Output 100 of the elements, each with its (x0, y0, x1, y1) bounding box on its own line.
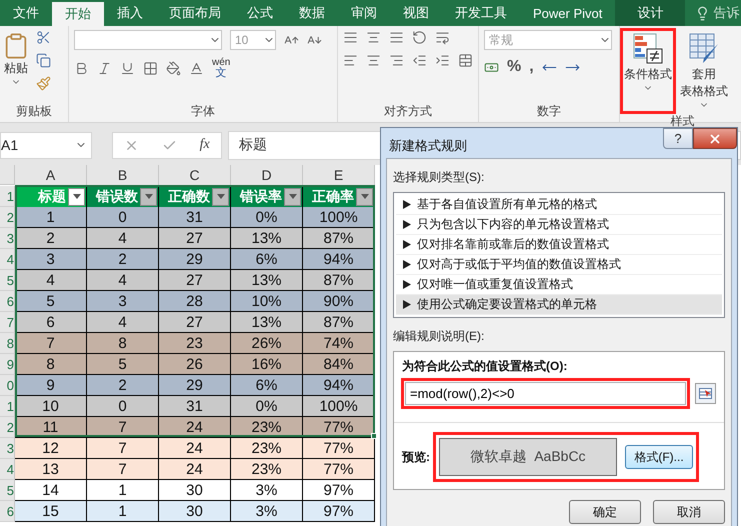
wrap-text-icon[interactable] (435, 30, 450, 45)
close-button[interactable] (693, 128, 737, 149)
outdent-icon[interactable] (412, 53, 427, 68)
align-left-icon[interactable] (343, 53, 358, 68)
edit-rule-label: 编辑规则说明(E): (393, 328, 486, 345)
filter-button[interactable] (140, 188, 157, 206)
filter-button[interactable] (356, 188, 373, 206)
phonetic-button[interactable]: wén 文 (212, 58, 230, 78)
column-header[interactable]: A (15, 165, 87, 186)
font-name-field[interactable] (74, 30, 222, 50)
row-number[interactable]: 4 (0, 249, 15, 270)
ribbon-tab[interactable]: 审阅 (338, 0, 390, 26)
row-number[interactable]: 9 (0, 354, 15, 375)
rotate-icon[interactable] (412, 30, 427, 45)
filter-button[interactable] (68, 188, 85, 206)
row-number[interactable]: 2 (0, 417, 15, 438)
copy-icon[interactable] (36, 53, 51, 68)
ribbon-tab[interactable]: 开始 (52, 2, 104, 26)
dialog-button[interactable]: 取消 (653, 500, 725, 524)
group-label: 剪贴板 (15, 103, 53, 120)
align-bottom-icon[interactable] (389, 30, 404, 45)
ribbon-tab[interactable]: 开发工具 (442, 0, 520, 26)
rule-type-item[interactable]: 使用公式确定要设置格式的单元格 (396, 295, 722, 315)
rule-type-item[interactable]: 基于各自值设置所有单元格的格式 (396, 195, 722, 215)
style-button[interactable]: 套用 表格格式 (678, 30, 730, 112)
scissors-icon[interactable] (36, 30, 51, 45)
row-number[interactable]: 8 (0, 333, 15, 354)
row-number[interactable]: 6 (0, 501, 15, 522)
underline-icon[interactable] (120, 60, 135, 76)
border-icon[interactable] (143, 60, 158, 76)
filter-button[interactable] (284, 188, 301, 206)
triangle-icon (403, 220, 411, 229)
font-color-icon[interactable] (189, 60, 204, 76)
table-cell: 2 (87, 249, 159, 270)
help-button[interactable]: ? (663, 128, 693, 149)
table-cell: 4 (87, 270, 159, 291)
column-header[interactable]: C (159, 165, 231, 186)
table-cell: 23 (159, 333, 231, 354)
rule-type-item[interactable]: 仅对排名靠前或靠后的数值设置格式 (396, 235, 722, 255)
table-cell: 0% (231, 396, 303, 417)
insert-function-button[interactable]: fx (200, 137, 210, 153)
ribbon-tab[interactable]: 公式 (234, 0, 286, 26)
row-number[interactable]: 7 (0, 312, 15, 333)
header-cell[interactable]: 错误率 (231, 186, 303, 207)
tell-me-text[interactable]: 告诉 (713, 4, 740, 22)
ribbon-tab[interactable]: 插入 (104, 0, 156, 26)
range-select-button[interactable] (695, 383, 716, 404)
align-middle-icon[interactable] (366, 30, 381, 45)
rule-type-item[interactable]: 仅对高于或低于平均值的数值设置格式 (396, 255, 722, 275)
table-cell: 24 (159, 438, 231, 459)
row-number[interactable]: 4 (0, 459, 15, 480)
align-center-icon[interactable] (366, 53, 381, 68)
column-header[interactable]: D (231, 165, 303, 186)
align-top-icon[interactable] (343, 30, 358, 45)
row-number[interactable]: 3 (0, 438, 15, 459)
dialog-button[interactable]: 确定 (569, 500, 641, 524)
rule-type-item[interactable]: 只为包含以下内容的单元格设置格式 (396, 215, 722, 235)
indent-icon[interactable] (435, 53, 450, 68)
italic-icon[interactable] (97, 60, 112, 76)
formula-input[interactable]: =mod(row(),2)<>0 (405, 382, 686, 405)
row-number[interactable]: 1 (0, 396, 15, 417)
row-number[interactable]: 1 (0, 186, 15, 207)
ribbon-tab[interactable]: Power Pivot (520, 0, 616, 26)
header-cell[interactable]: 正确率 (303, 186, 375, 207)
ribbon-tab[interactable]: 页面布局 (156, 0, 234, 26)
table-cell: 24 (159, 459, 231, 480)
ribbon-tab[interactable]: 数据 (286, 0, 338, 26)
table-cell: 0% (231, 207, 303, 228)
row-number[interactable]: 0 (0, 375, 15, 396)
table-cell: 15 (15, 501, 87, 522)
row-number[interactable]: 5 (0, 270, 15, 291)
merge-cells-icon[interactable] (458, 53, 473, 68)
paste-button[interactable]: 粘贴 (0, 30, 32, 102)
name-box[interactable]: A1 (0, 132, 92, 158)
format-button[interactable]: 格式(F)... (625, 445, 693, 469)
comma-button[interactable]: , (529, 58, 534, 76)
row-number[interactable]: 6 (0, 291, 15, 312)
column-header[interactable]: E (303, 165, 375, 186)
table-cell: 84% (303, 354, 375, 375)
table-cell: 29 (159, 375, 231, 396)
ribbon-tab[interactable]: 设计 (615, 0, 686, 26)
percent-button[interactable]: % (507, 58, 522, 76)
rule-type-item[interactable]: 仅对唯一值或重复值设置格式 (396, 275, 722, 295)
fill-handle[interactable] (371, 433, 377, 439)
ribbon-tab[interactable]: 文件 (0, 0, 52, 26)
style-button[interactable]: 条件格式 (622, 30, 674, 112)
row-number[interactable]: 2 (0, 207, 15, 228)
header-cell[interactable]: 正确数 (159, 186, 231, 207)
table-cell: 26% (231, 333, 303, 354)
column-header[interactable]: B (87, 165, 159, 186)
row-number[interactable]: 3 (0, 228, 15, 249)
table-cell: 27 (159, 312, 231, 333)
paintbrush-icon[interactable] (36, 76, 51, 91)
align-right-icon[interactable] (389, 53, 404, 68)
table-cell: 94% (303, 375, 375, 396)
row-number[interactable]: 5 (0, 480, 15, 501)
header-cell[interactable]: 错误数 (87, 186, 159, 207)
filter-button[interactable] (212, 188, 229, 206)
ribbon-tab[interactable]: 视图 (390, 0, 442, 26)
paint-bucket-icon[interactable] (166, 60, 181, 76)
